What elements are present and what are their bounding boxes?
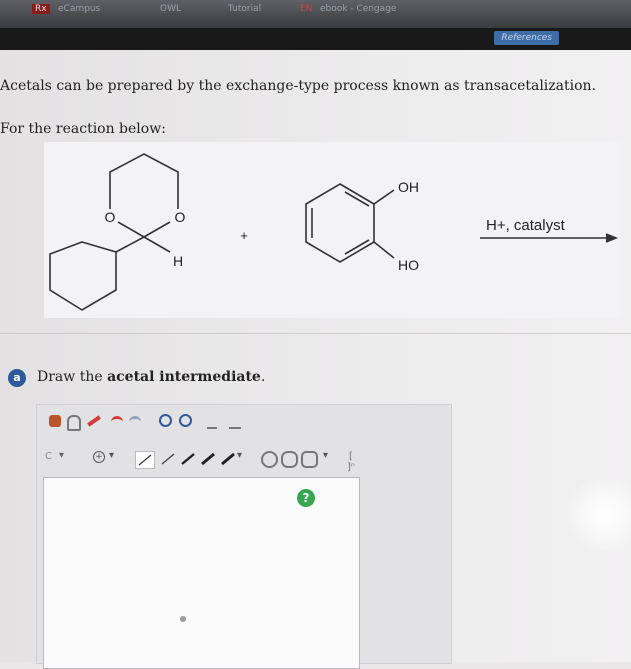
c-cyclohexyl-bond (115, 236, 145, 253)
reaction-lead: For the reaction below: (0, 121, 166, 137)
help-icon[interactable]: ? (297, 489, 315, 507)
zoom-in-icon[interactable] (159, 414, 172, 427)
redo-icon[interactable] (129, 416, 141, 427)
charge-menu-chevron-icon[interactable]: ▾ (109, 450, 114, 461)
undo-icon[interactable] (111, 416, 123, 427)
erase-icon[interactable] (87, 415, 101, 427)
tab-tutorial[interactable]: Tutorial (228, 4, 261, 14)
ring-menu[interactable]: ▾ (323, 450, 328, 461)
part-a-badge: a (8, 369, 26, 387)
bracket-tool[interactable]: [ ]ⁿ (347, 451, 355, 473)
oh-bottom-label: HO (398, 257, 419, 273)
dioxane-o-right-bond (143, 221, 171, 238)
browser-tab-bar: Rx eCampus OWL Tutorial EN ebook - Cenga… (0, 0, 631, 28)
question-intro: Acetals can be prepared by the exchange-… (0, 78, 596, 94)
bond-menu[interactable] (219, 451, 237, 467)
cyclohexane-ring[interactable] (281, 451, 298, 468)
cyclohexane-ring (49, 241, 117, 311)
dioxane-o-left-bond (117, 221, 145, 238)
prompt-prefix: Draw the (37, 369, 108, 385)
c-h-bond (143, 236, 171, 253)
reaction-arrowhead (605, 233, 619, 243)
acetal-h: H (173, 253, 183, 269)
benzene-ring[interactable] (261, 451, 278, 468)
tab-ebook[interactable]: ebook - Cengage (320, 4, 396, 14)
wedge-bond[interactable] (179, 451, 197, 467)
plus-sign: + (240, 228, 248, 243)
template-icon[interactable] (229, 413, 241, 429)
benzene-ring (305, 183, 375, 263)
drawing-canvas[interactable] (43, 477, 360, 669)
prompt-suffix: . (260, 369, 266, 385)
element-menu-chevron-icon[interactable]: ▾ (59, 450, 64, 461)
tab-en[interactable]: EN (300, 4, 312, 14)
dashed-bond[interactable] (159, 451, 177, 467)
hash-bond[interactable] (199, 451, 217, 467)
oh-top-bond (373, 189, 395, 205)
tab-rx[interactable]: Rx (32, 4, 50, 14)
section-divider (0, 333, 631, 334)
bond-menu-chevron-icon[interactable]: ▾ (237, 450, 242, 461)
reaction-drawing: O O H + OH HO H+, catalyst (49, 153, 619, 311)
hand-tool-icon[interactable] (49, 415, 61, 427)
tab-owl[interactable]: OWL (160, 4, 181, 14)
single-bond[interactable] (135, 451, 155, 469)
references-button[interactable]: References (494, 31, 559, 45)
lasso-icon[interactable] (67, 415, 81, 431)
canvas-dot (180, 616, 186, 622)
zoom-out-icon[interactable] (179, 414, 192, 427)
oh-top-label: OH (398, 179, 419, 195)
reaction-scheme: O O H + OH HO H+, catalyst (44, 142, 620, 318)
part-a-prompt: Draw the acetal intermediate. (37, 369, 265, 385)
acetal-o-right: O (175, 209, 186, 225)
tab-ecampus[interactable]: eCampus (58, 4, 100, 14)
dioxane-ring-bonds (109, 153, 179, 209)
pentagon-ring[interactable] (301, 451, 318, 468)
screen-glare (560, 480, 631, 550)
element-c[interactable]: C (45, 451, 52, 462)
clean-icon[interactable] (207, 413, 217, 429)
prompt-bold: acetal intermediate (107, 369, 261, 385)
acetal-o-left: O (105, 209, 116, 225)
oh-bottom-bond (373, 241, 395, 259)
reaction-conditions: H+, catalyst (486, 217, 566, 234)
charge-plus[interactable]: + (93, 451, 105, 463)
